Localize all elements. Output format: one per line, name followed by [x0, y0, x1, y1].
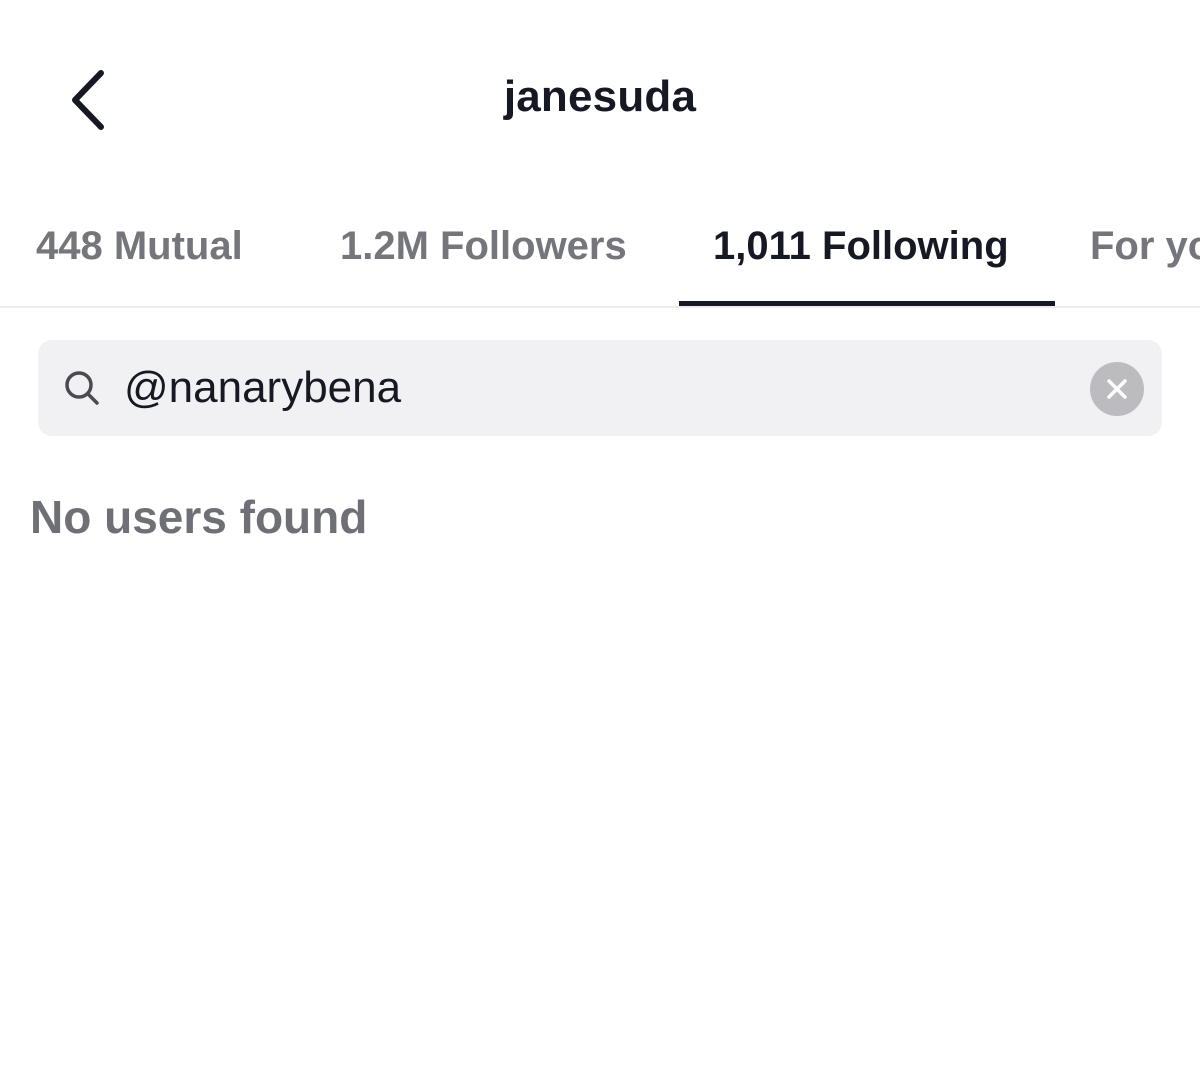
- search-icon: [65, 371, 99, 405]
- tab-mutual[interactable]: 448 Mutual: [36, 224, 243, 269]
- tab-followers[interactable]: 1.2M Followers: [340, 224, 627, 269]
- header: janesuda: [0, 0, 1200, 200]
- search-bar[interactable]: [38, 340, 1162, 436]
- close-icon: [1107, 379, 1127, 399]
- active-tab-indicator: [679, 301, 1055, 306]
- empty-results-message: No users found: [30, 491, 368, 543]
- page-title: janesuda: [503, 72, 697, 121]
- tab-bar: 448 Mutual 1.2M Followers 1,011 Followin…: [0, 200, 1200, 308]
- tab-for-you[interactable]: For you: [1090, 224, 1200, 269]
- tab-following[interactable]: 1,011 Following: [713, 224, 1009, 269]
- clear-search-button[interactable]: [1090, 362, 1144, 416]
- search-input[interactable]: [124, 358, 1074, 418]
